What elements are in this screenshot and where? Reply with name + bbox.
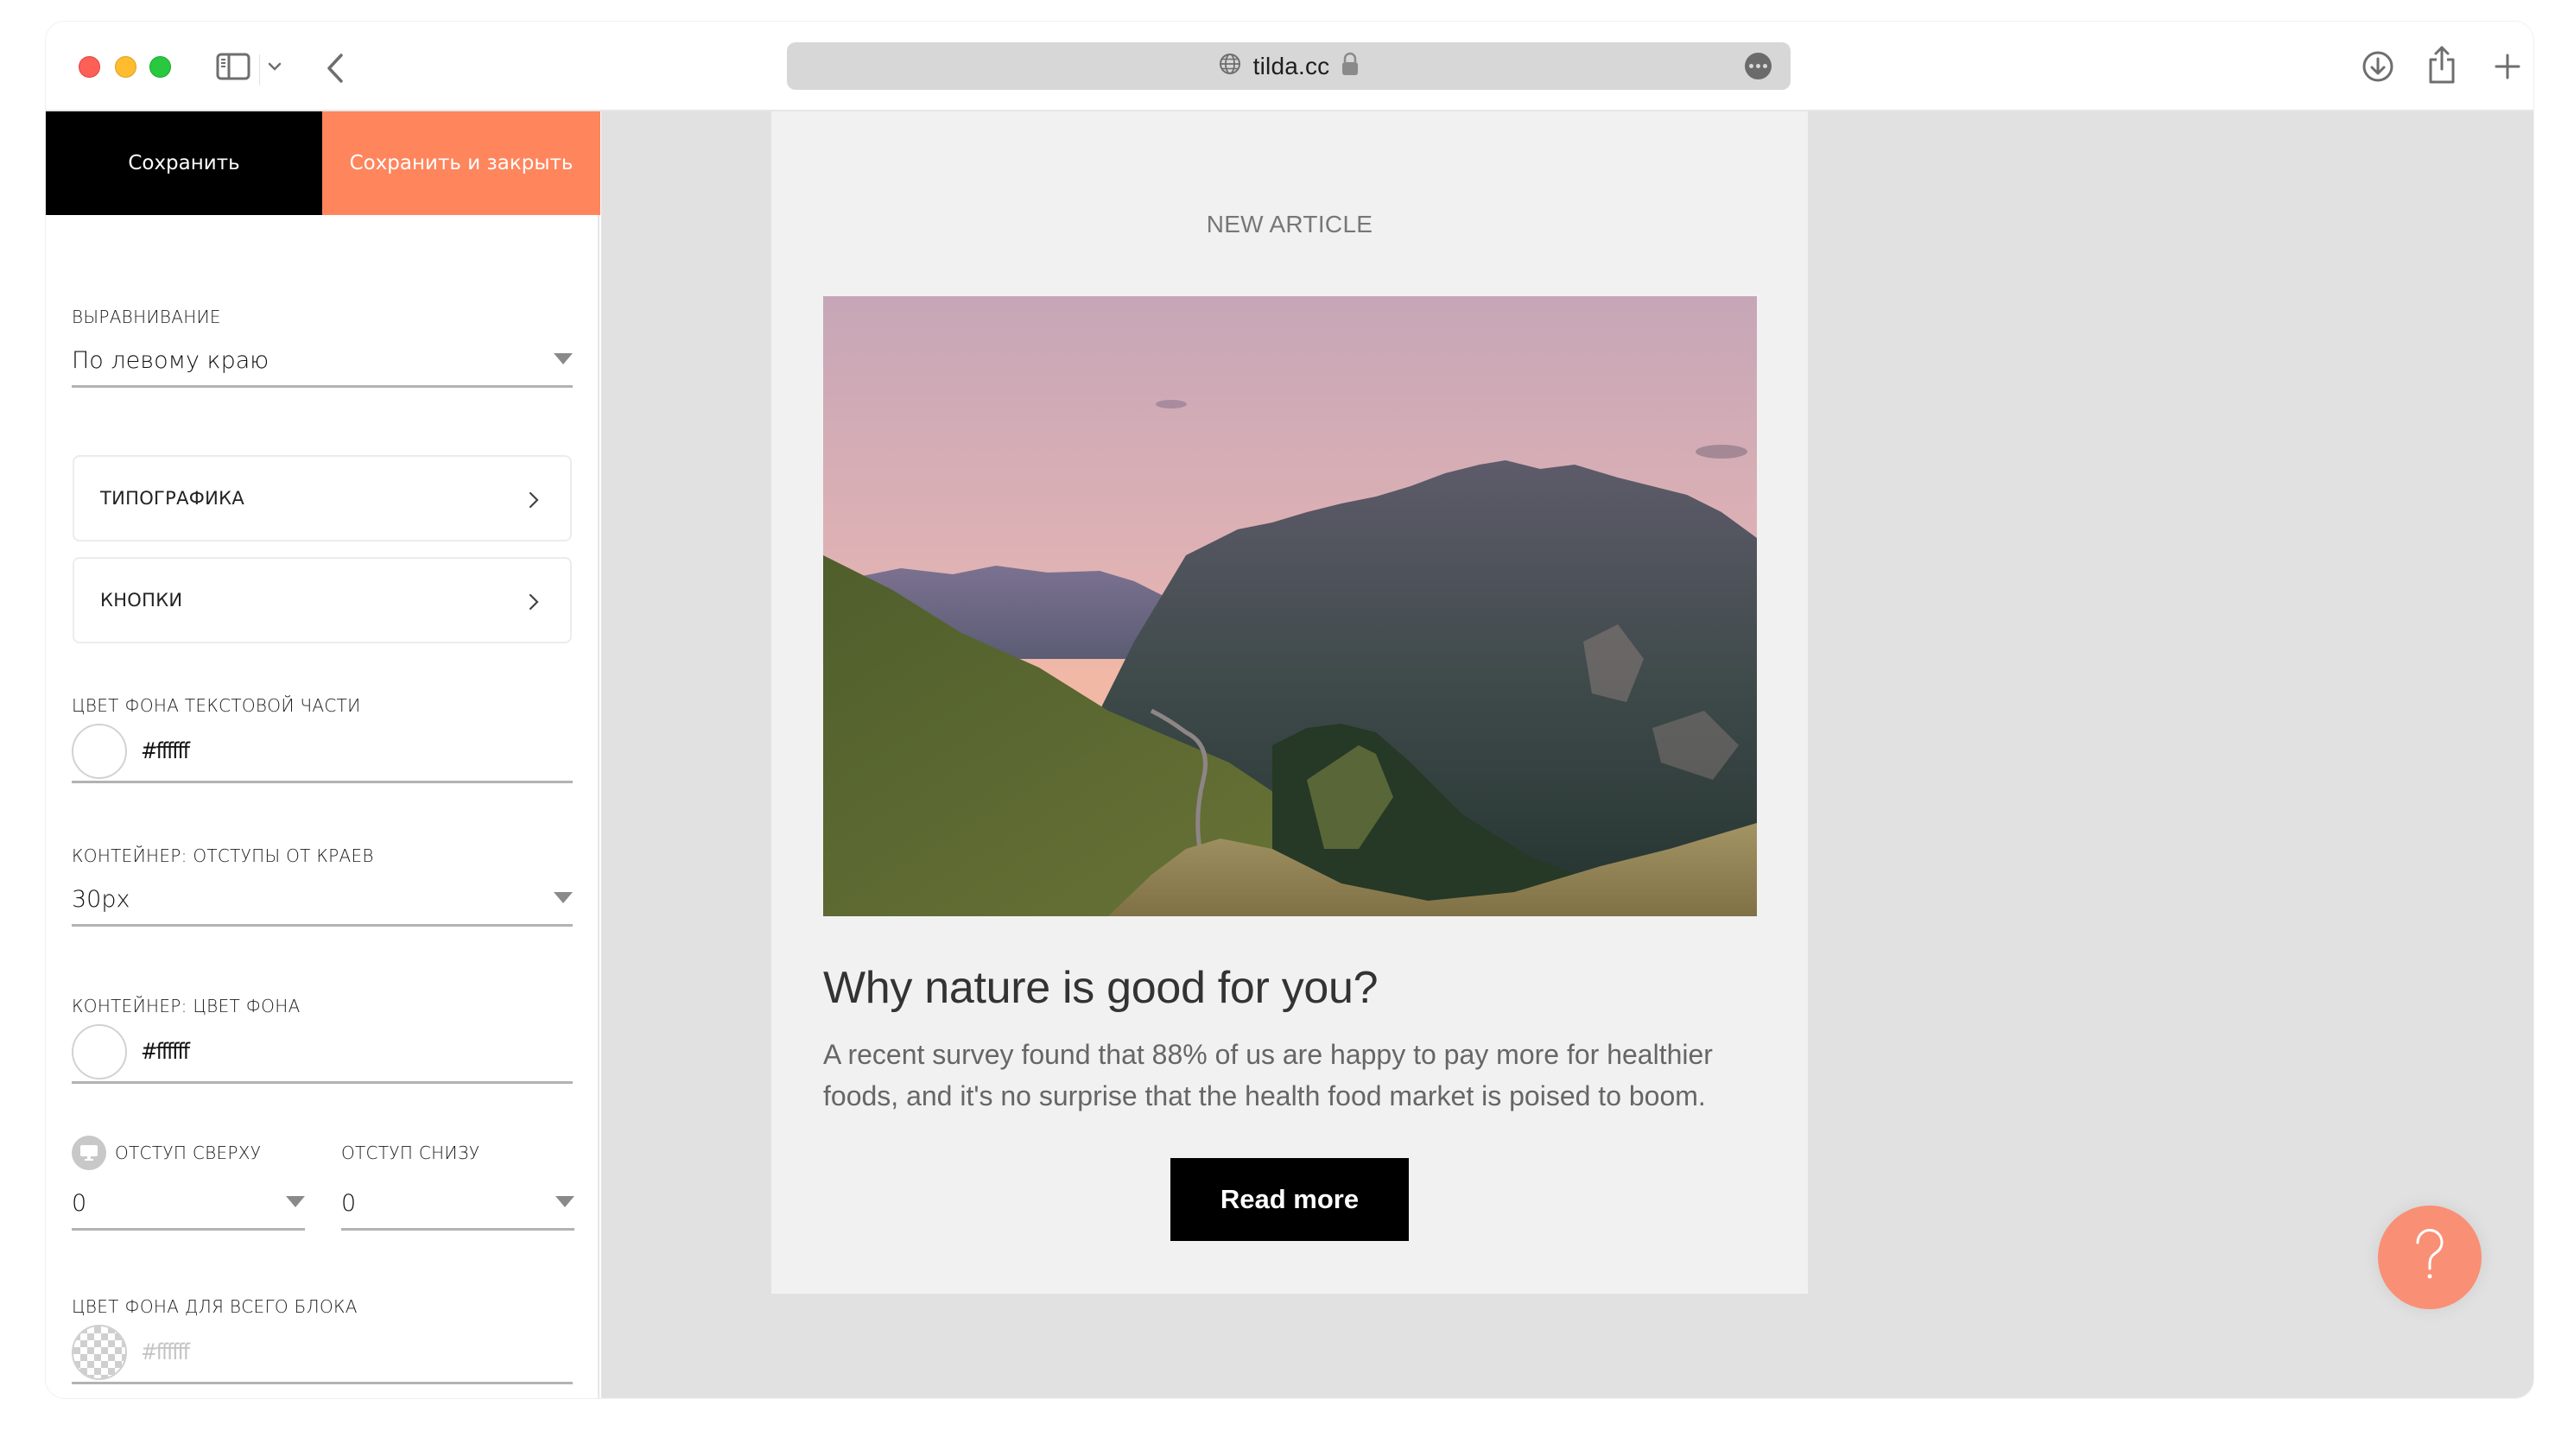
padding-bottom-label: ОТСТУП СНИЗУ <box>341 1143 480 1163</box>
close-window-button[interactable] <box>79 56 100 78</box>
chevron-right-icon <box>523 590 544 614</box>
save-and-close-button[interactable]: Сохранить и закрыть <box>322 111 600 215</box>
text-bg-color-field: ЦВЕТ ФОНА ТЕКСТОВОЙ ЧАСТИ #ffffff <box>72 695 573 783</box>
article-kicker: NEW ARTICLE <box>1206 211 1373 237</box>
share-icon[interactable] <box>2425 44 2459 85</box>
padding-bottom-value: 0 <box>341 1190 357 1217</box>
block-bg-placeholder: #ffffff <box>141 1339 190 1365</box>
article-card[interactable]: NEW ARTICLE Why nature is good for you? … <box>771 111 1808 1294</box>
alignment-field: ВЫРАВНИВАНИЕ По левому краю <box>72 307 573 388</box>
download-icon[interactable] <box>2361 49 2395 84</box>
chevron-down-icon[interactable] <box>264 56 285 77</box>
padding-bottom-select[interactable]: 0 <box>341 1179 574 1231</box>
buttons-label: КНОПКИ <box>100 590 183 611</box>
address-bar[interactable]: tilda.cc <box>787 42 1791 90</box>
typography-section-button[interactable]: ТИПОГРАФИКА <box>73 455 572 541</box>
article-image[interactable] <box>823 296 1757 916</box>
minimize-window-button[interactable] <box>115 56 136 78</box>
container-padding-label: КОНТЕЙНЕР: ОТСТУПЫ ОТ КРАЕВ <box>72 845 374 866</box>
color-swatch[interactable] <box>72 1023 127 1079</box>
more-icon[interactable] <box>1745 53 1772 79</box>
text-bg-color-label: ЦВЕТ ФОНА ТЕКСТОВОЙ ЧАСТИ <box>72 695 361 716</box>
sidebar-icon[interactable] <box>216 53 250 80</box>
browser-window: tilda.cc Сохранить Сохранить и закрыть В… <box>46 22 2533 1398</box>
article-title: Why nature is good for you? <box>823 963 1379 1013</box>
editor-canvas: NEW ARTICLE Why nature is good for you? … <box>601 111 2533 1398</box>
container-bg-input[interactable]: #ffffff <box>72 1022 573 1084</box>
container-padding-field: КОНТЕЙНЕР: ОТСТУПЫ ОТ КРАЕВ 30px <box>72 845 573 927</box>
question-mark-icon <box>2412 1228 2447 1287</box>
globe-icon <box>1219 53 1241 79</box>
browser-toolbar: tilda.cc <box>46 22 2533 111</box>
typography-label: ТИПОГРАФИКА <box>100 488 245 509</box>
monitor-icon[interactable] <box>72 1136 106 1170</box>
container-padding-value: 30px <box>72 886 130 913</box>
container-bg-label: КОНТЕЙНЕР: ЦВЕТ ФОНА <box>72 996 301 1016</box>
padding-top-select[interactable]: 0 <box>72 1179 305 1231</box>
color-swatch[interactable] <box>72 723 127 779</box>
block-bg-input[interactable]: #ffffff <box>72 1322 573 1384</box>
alignment-value: По левому краю <box>72 347 269 374</box>
url-text[interactable]: tilda.cc <box>1253 53 1330 80</box>
padding-bottom-field: ОТСТУП СНИЗУ 0 <box>341 1136 574 1231</box>
padding-top-field: ОТСТУП СВЕРХУ 0 <box>72 1136 305 1231</box>
plus-icon[interactable] <box>2490 49 2525 84</box>
padding-top-value: 0 <box>72 1190 87 1217</box>
toolbar-separator <box>259 54 260 85</box>
back-icon[interactable] <box>322 51 348 85</box>
buttons-section-button[interactable]: КНОПКИ <box>73 557 572 643</box>
read-more-button[interactable]: Read more <box>1170 1158 1409 1241</box>
block-bg-label: ЦВЕТ ФОНА ДЛЯ ВСЕГО БЛОКА <box>72 1296 358 1317</box>
lock-icon <box>1341 52 1359 80</box>
caret-down-icon <box>554 892 573 903</box>
save-button[interactable]: Сохранить <box>46 111 322 215</box>
text-bg-color-value: #ffffff <box>141 737 190 764</box>
caret-down-icon <box>554 353 573 364</box>
container-bg-value: #ffffff <box>141 1038 190 1065</box>
text-bg-color-input[interactable]: #ffffff <box>72 721 573 783</box>
alignment-label: ВЫРАВНИВАНИЕ <box>72 307 221 327</box>
alignment-select[interactable]: По левому краю <box>72 336 573 388</box>
chevron-right-icon <box>523 488 544 512</box>
block-bg-field: ЦВЕТ ФОНА ДЛЯ ВСЕГО БЛОКА #ffffff <box>72 1296 573 1384</box>
help-button[interactable] <box>2378 1206 2482 1309</box>
caret-down-icon <box>286 1196 305 1207</box>
zoom-window-button[interactable] <box>149 56 171 78</box>
container-padding-select[interactable]: 30px <box>72 875 573 927</box>
transparent-swatch[interactable] <box>72 1324 127 1380</box>
article-description: A recent survey found that 88% of us are… <box>823 1039 1713 1111</box>
container-bg-field: КОНТЕЙНЕР: ЦВЕТ ФОНА #ffffff <box>72 996 573 1084</box>
padding-top-label: ОТСТУП СВЕРХУ <box>115 1143 262 1163</box>
settings-panel: Сохранить Сохранить и закрыть ВЫРАВНИВАН… <box>46 111 600 1398</box>
caret-down-icon <box>555 1196 574 1207</box>
